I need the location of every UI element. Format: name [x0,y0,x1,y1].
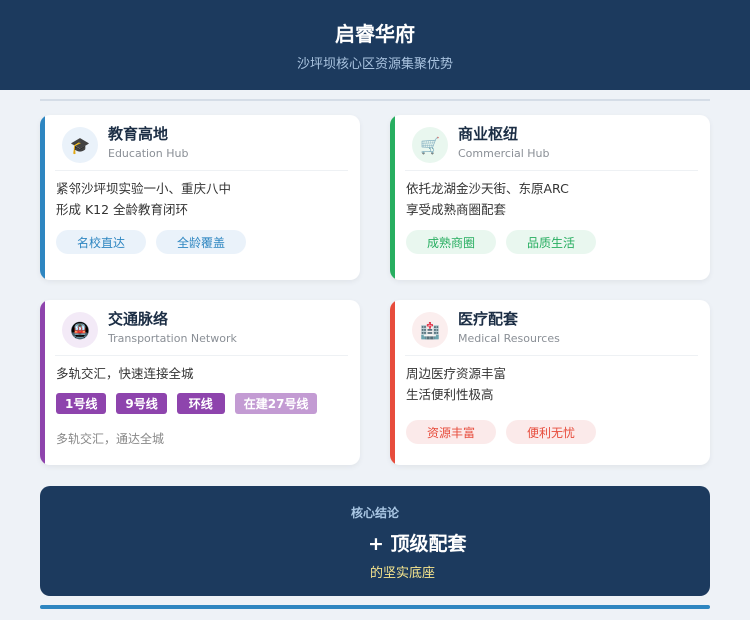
card-text: 周边医疗资源丰富 生活便利性极高 [406,363,506,405]
transport-card: 🚇 交通脉络 Transportation Network 多轨交汇，快速连接全… [40,300,360,465]
card-title: 交通脉络 [108,310,169,328]
text-line: 多轨交汇，快速连接全城 [56,366,194,381]
page-title: 启睿华府 [335,22,415,46]
education-card: 🎓 教育高地 Education Hub 紧邻沙坪坝实验一小、重庆八中 形成 K… [40,115,360,280]
page-subtitle: 沙坪坝核心区资源集聚优势 [296,57,453,72]
metro-line-badge: 9号线 [116,393,167,414]
card-title: 医疗配套 [458,310,519,328]
medical-card: 🏥 医疗配套 Medical Resources 周边医疗资源丰富 生活便利性极… [390,300,710,465]
card-note: 多轨交汇，通达全城 [56,432,165,446]
metro-line-badge-planned: 在建27号线 [234,393,318,414]
card-subtitle: Education Hub [108,147,189,160]
card-text: 多轨交汇，快速连接全城 [56,363,194,384]
divider [405,170,698,171]
tag: 资源丰富 [406,420,496,444]
text-line: 享受成熟商圈配套 [406,202,507,217]
metro-line-badge: 1号线 [56,393,107,414]
text-line: 周边医疗资源丰富 [406,366,507,381]
shopping-cart-icon: 🛒 [412,127,448,163]
bottom-accent-bar [40,605,710,609]
graduation-cap-icon: 🎓 [62,127,98,163]
accent-bar [40,115,45,280]
accent-bar [40,300,45,465]
divider [55,170,348,171]
tag: 品质生活 [506,230,596,254]
tag-list: 资源丰富 便利无忧 [406,420,596,444]
metro-line-badge: 环线 [176,393,225,414]
page-header: 启睿华府 沙坪坝核心区资源集聚优势 [0,0,750,90]
text-line: 形成 K12 全龄教育闭环 [56,202,189,217]
card-text: 紧邻沙坪坝实验一小、重庆八中 形成 K12 全龄教育闭环 [56,178,231,220]
metro-icon: 🚇 [62,312,98,348]
text-line: 依托龙湖金沙天街、东原ARC [406,181,569,196]
hospital-icon: 🏥 [412,312,448,348]
divider [55,355,348,356]
conclusion-subline: 的坚实底座 [370,566,436,581]
card-subtitle: Commercial Hub [458,147,550,160]
tag: 全龄覆盖 [156,230,246,254]
card-subtitle: Transportation Network [108,332,237,345]
tag: 名校直达 [56,230,146,254]
tag-list: 名校直达 全龄覆盖 [56,230,246,254]
card-subtitle: Medical Resources [458,332,560,345]
tag: 成熟商圈 [406,230,496,254]
accent-bar [390,115,395,280]
tag: 便利无忧 [506,420,596,444]
divider [40,99,710,101]
card-title: 教育高地 [108,125,169,143]
metro-line-list: 1号线 9号线 环线 在建27号线 [56,393,318,414]
card-title: 商业枢纽 [458,125,519,143]
text-line: 紧邻沙坪坝实验一小、重庆八中 [56,181,232,196]
text-line: 生活便利性极高 [406,387,494,402]
commercial-card: 🛒 商业枢纽 Commercial Hub 依托龙湖金沙天街、东原ARC 享受成… [390,115,710,280]
conclusion-panel: 核心结论 + 顶级配套 的坚实底座 [40,486,710,596]
card-text: 依托龙湖金沙天街、东原ARC 享受成熟商圈配套 [406,178,569,220]
tag-list: 成熟商圈 品质生活 [406,230,596,254]
divider [405,355,698,356]
conclusion-headline: + 顶级配套 [368,533,467,555]
conclusion-label: 核心结论 [350,506,399,520]
accent-bar [390,300,395,465]
